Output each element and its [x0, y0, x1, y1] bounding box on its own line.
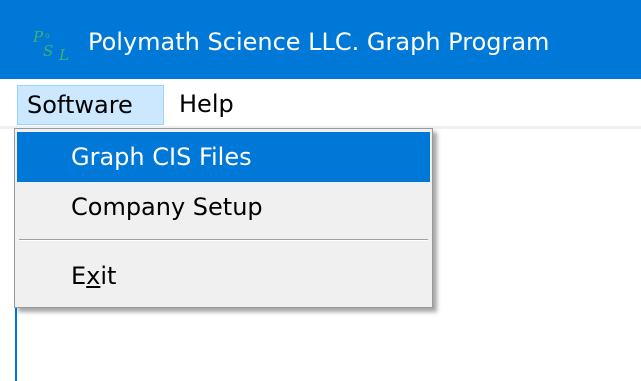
menu-item-company-setup[interactable]: Company Setup: [17, 182, 430, 232]
menu-item-exit-label-suffix: it: [100, 262, 117, 290]
svg-text:o: o: [45, 31, 50, 40]
software-dropdown-menu: Graph CIS Files Company Setup Exit: [14, 128, 433, 308]
title-bar[interactable]: P o S L Polymath Science LLC. Graph Prog…: [0, 0, 641, 79]
svg-text:L: L: [58, 46, 69, 64]
window-title: Polymath Science LLC. Graph Program: [88, 28, 550, 56]
menu-bar: Software Help: [0, 79, 641, 128]
menu-item-exit-label-prefix: E: [71, 262, 87, 290]
psl-logo-icon: P o S L: [32, 28, 69, 64]
menu-item-exit[interactable]: Exit: [17, 251, 430, 301]
svg-text:S: S: [43, 42, 53, 60]
menu-item-exit-mnemonic: x: [86, 262, 101, 290]
menu-item-graph-cis-files[interactable]: Graph CIS Files: [17, 132, 430, 182]
menu-software[interactable]: Software: [17, 85, 164, 125]
menu-help[interactable]: Help: [170, 85, 260, 125]
menu-separator: [19, 239, 428, 241]
